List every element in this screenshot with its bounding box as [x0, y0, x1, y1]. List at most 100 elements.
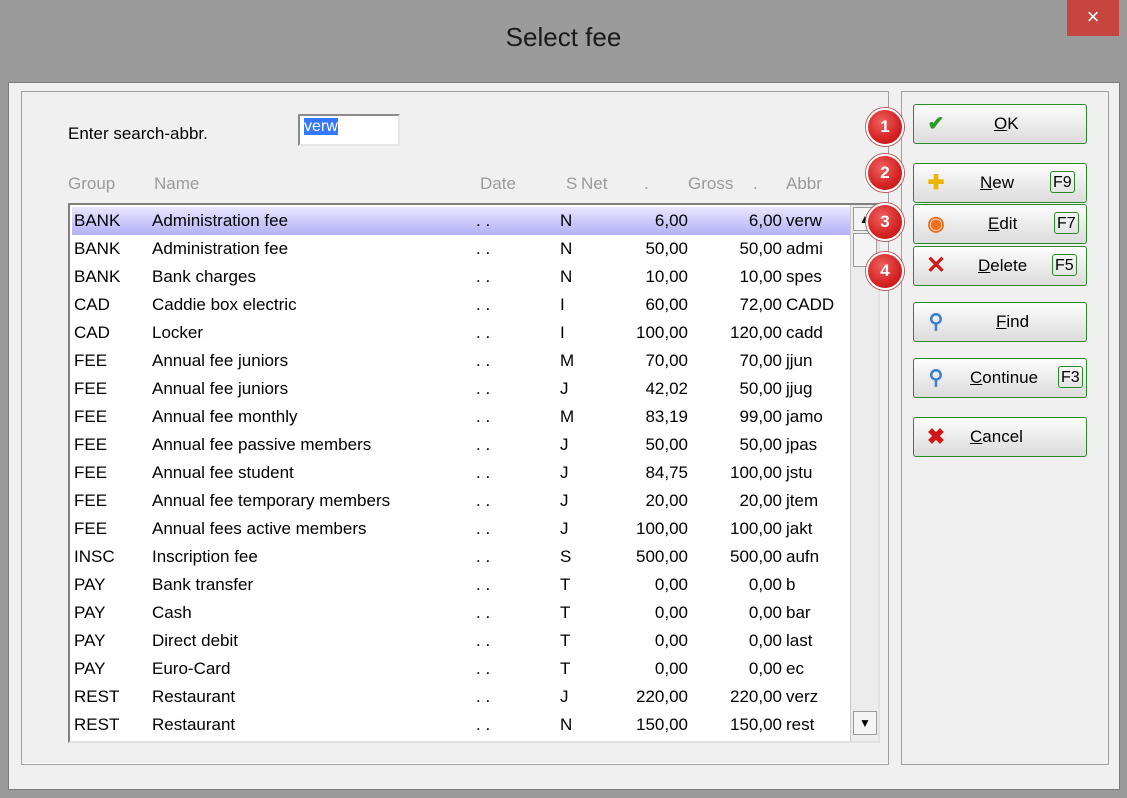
new-mnemonic: N — [980, 173, 993, 192]
new-label: ew — [992, 173, 1015, 192]
cell-name: Euro-Card — [152, 659, 231, 678]
cell-abbr: admi — [786, 239, 823, 258]
cell-group: FEE — [74, 407, 108, 426]
cell-name: Annual fee passive members — [152, 435, 372, 454]
cell-name: Bank charges — [152, 267, 256, 286]
table-row[interactable]: PAY Cash. . T 0,00 0,00 bar — [72, 599, 850, 627]
cell-date: . . — [476, 211, 491, 230]
edit-shortcut-key: F7 — [1054, 212, 1079, 234]
table-row[interactable]: INSC Inscription fee. . S 500,00 500,00 aufn — [72, 543, 850, 571]
cell-s: M — [560, 407, 575, 426]
table-row[interactable]: BANK Administration fee. . N 50,00 50,00 admi — [72, 235, 850, 263]
table-row[interactable]: FEE Annual fee monthly . . M 83,19 99,00 jamo — [72, 403, 850, 431]
delete-button[interactable]: ✕ Delete F5 — [913, 246, 1087, 286]
continue-shortcut-key: F3 — [1058, 366, 1083, 388]
cell-date: . . — [476, 603, 491, 622]
cell-abbr: aufn — [786, 547, 820, 566]
table-row[interactable]: REST Restaurant. . J 220,00 220,00 verz — [72, 683, 850, 711]
cell-s: J — [560, 687, 569, 706]
find-label: ind — [1006, 312, 1030, 331]
cell-group: PAY — [74, 575, 106, 594]
cell-s: I — [560, 323, 565, 342]
cell-net: 150,00 — [636, 715, 688, 734]
header-name[interactable]: Name — [154, 174, 199, 194]
cell-date: . . — [476, 379, 491, 398]
close-button[interactable]: × — [1067, 0, 1119, 36]
cell-group: PAY — [74, 659, 106, 678]
find-button[interactable]: ⚲ Find — [913, 302, 1087, 342]
title-bar[interactable]: Select fee × — [0, 0, 1127, 82]
table-row[interactable]: PAY Euro-Card. . T 0,00 0,00 ec — [72, 655, 850, 683]
cancel-mnemonic: C — [970, 427, 983, 446]
cell-abbr: jpas — [786, 435, 818, 454]
cell-gross: 50,00 — [739, 239, 782, 258]
edit-button[interactable]: ◉ Edit F7 — [913, 204, 1087, 244]
cell-date: . . — [476, 659, 491, 678]
table-row[interactable]: FEE Annual fee juniors . . J 42,02 50,00 jjug — [72, 375, 850, 403]
edit-mnemonic: E — [988, 214, 1000, 233]
cell-gross: 100,00 — [730, 463, 782, 482]
continue-mnemonic: C — [970, 368, 983, 387]
cell-abbr: bar — [786, 603, 811, 622]
table-row[interactable]: REST Restaurant. . N 150,00 150,00 rest — [72, 711, 850, 739]
table-row[interactable]: FEE Annual fees active members . . J 100,00 1… — [72, 515, 850, 543]
cell-net: 0,00 — [654, 575, 688, 594]
cell-net: 6,00 — [654, 211, 688, 230]
table-row[interactable]: FEE Annual fee temporary members . . J 20,00… — [72, 487, 850, 515]
table-row[interactable]: BANK Administration fee. . N 6,00 6,00 verw — [72, 207, 850, 235]
ok-mnemonic: O — [994, 114, 1008, 133]
cell-abbr: ec — [786, 659, 804, 678]
cell-s: T — [560, 631, 571, 650]
cell-group: FEE — [74, 519, 108, 538]
table-row[interactable]: PAY Bank transfer. . T 0,00 0,00 b — [72, 571, 850, 599]
table-row[interactable]: FEE Annual fee student . . J 84,75 100,00 jstu — [72, 459, 850, 487]
table-row[interactable]: CAD Caddie box electric . . I 60,00 72,00 CADD — [72, 291, 850, 319]
cell-date: . . — [476, 295, 491, 314]
cell-abbr: jamo — [786, 407, 823, 426]
cell-name: Administration fee — [152, 239, 289, 258]
cell-group: REST — [74, 715, 120, 734]
cell-group: BANK — [74, 239, 121, 258]
cell-name: Direct debit — [152, 631, 238, 650]
table-row[interactable]: BANK Bank charges. . N 10,00 10,00 spes — [72, 263, 850, 291]
header-abbr[interactable]: Abbr — [786, 174, 822, 194]
ok-button[interactable]: ✔ OK — [913, 104, 1087, 144]
cell-gross: 500,00 — [730, 547, 782, 566]
new-button[interactable]: ✚ New F9 — [913, 163, 1087, 203]
scroll-down-button[interactable]: ▼ — [853, 711, 877, 735]
cancel-button[interactable]: ✖ Cancel — [913, 417, 1087, 457]
window-title: Select fee — [505, 22, 622, 52]
cell-net: 83,19 — [645, 407, 688, 426]
cell-gross: 120,00 — [730, 323, 782, 342]
cell-name: Administration fee — [152, 211, 289, 230]
cell-gross: 6,00 — [748, 211, 782, 230]
cell-s: N — [560, 239, 573, 258]
table-row[interactable]: PAY Direct debit. . T 0,00 0,00 last — [72, 627, 850, 655]
cell-group: FEE — [74, 351, 108, 370]
header-net-dot: . — [644, 174, 649, 193]
cell-group: FEE — [74, 463, 108, 482]
continue-button[interactable]: ⚲ Continue F3 — [913, 358, 1087, 398]
cell-date: . . — [476, 407, 491, 426]
x-icon: ✕ — [925, 252, 947, 279]
callout-badge-1: 1 — [866, 108, 904, 146]
cell-net: 42,02 — [645, 379, 688, 398]
header-s[interactable]: S — [566, 174, 577, 194]
cell-gross: 220,00 — [730, 687, 782, 706]
cell-group: FEE — [74, 379, 108, 398]
fee-table[interactable]: BANK Administration fee. . N 6,00 6,00 verw BA… — [68, 203, 880, 743]
header-date[interactable]: Date — [480, 174, 516, 194]
header-group[interactable]: Group — [68, 174, 115, 194]
table-row[interactable]: FEE Annual fee passive members . . J 50,00 50… — [72, 431, 850, 459]
cell-date: . . — [476, 575, 491, 594]
header-net[interactable]: Net — [581, 174, 607, 194]
table-row[interactable]: CAD Locker . . I 100,00 120,00 cadd — [72, 319, 850, 347]
cell-abbr: jstu — [786, 463, 813, 482]
table-row[interactable]: FEE Annual fee juniors. . M 70,00 70,00 jjun — [72, 347, 850, 375]
cell-date: . . — [476, 687, 491, 706]
cell-gross: 0,00 — [748, 575, 782, 594]
header-gross[interactable]: Gross — [688, 174, 733, 194]
search-input[interactable]: verw — [298, 114, 400, 146]
dialog-window: Select fee × Enter search-abbr. verw Gro… — [0, 0, 1127, 798]
cell-date: . . — [476, 547, 491, 566]
